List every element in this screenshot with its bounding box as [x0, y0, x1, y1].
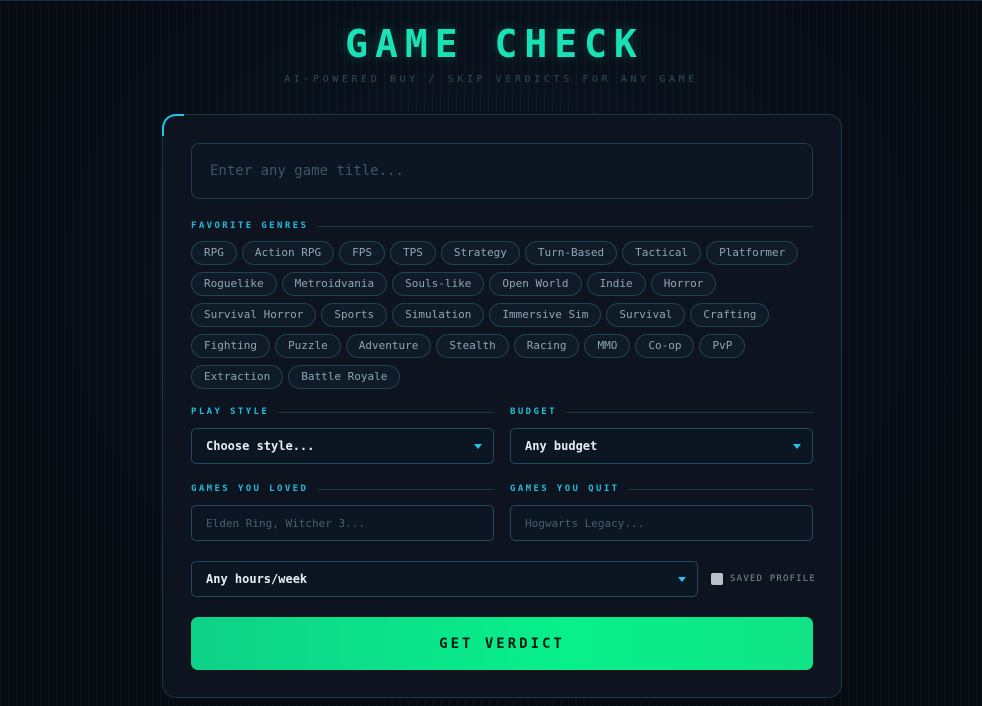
hours-select[interactable]: Any hours/week: [191, 561, 698, 597]
budget-select[interactable]: Any budget: [510, 428, 813, 464]
genres-label: FAVORITE GENRES: [191, 221, 309, 231]
genre-chip[interactable]: Adventure: [345, 334, 432, 358]
genre-chip[interactable]: Platformer: [706, 241, 799, 265]
game-title-input[interactable]: [191, 143, 813, 199]
genre-chip[interactable]: Immersive Sim: [489, 303, 602, 327]
hours-value: Any hours/week: [206, 572, 308, 586]
genre-chip[interactable]: Crafting: [690, 303, 770, 327]
genre-chip[interactable]: FPS: [339, 241, 385, 265]
genre-chip-row: Extraction Battle Royale: [191, 365, 813, 389]
games-loved-input[interactable]: [191, 505, 494, 541]
genre-chip-row: RPG Action RPG FPS TPS Strategy Turn-Based Tac…: [191, 241, 813, 265]
genre-chip[interactable]: Sports: [321, 303, 388, 327]
saved-profile-label: SAVED PROFILE: [730, 574, 817, 584]
genre-chip[interactable]: Strategy: [440, 241, 520, 265]
genre-chip[interactable]: Simulation: [392, 303, 485, 327]
saved-profile-toggle[interactable]: SAVED PROFILE: [711, 573, 816, 585]
games-loved-divider: [318, 488, 494, 490]
genre-chip[interactable]: Tactical: [622, 241, 702, 265]
genre-chip[interactable]: Action RPG: [241, 241, 335, 265]
form-card: FAVORITE GENRES RPGAction RPGFPSTPSStrat…: [162, 114, 842, 698]
genres-section-label: FAVORITE GENRES: [191, 221, 813, 231]
budget-section-label: BUDGET: [510, 407, 813, 417]
genre-chip[interactable]: Battle Royale: [288, 365, 401, 389]
play-style-divider: [279, 411, 494, 413]
genres-divider: [318, 225, 813, 227]
saved-profile-checkbox[interactable]: [711, 573, 723, 585]
genre-chip[interactable]: TPS: [389, 241, 436, 265]
genre-chip[interactable]: Puzzle: [274, 334, 341, 358]
play-style-label: PLAY STYLE: [191, 407, 270, 417]
games-quit-section-label: GAMES YOU QUIT: [510, 484, 813, 494]
play-style-value: Choose style...: [206, 439, 315, 453]
games-loved-label: GAMES YOU LOVED: [191, 484, 309, 494]
genre-chip-row: Fighting Puzzle Adventure Stealth Racing MMO C…: [191, 334, 813, 358]
games-quit-divider: [629, 488, 813, 490]
page-subtitle: AI-POWERED BUY / SKIP VERDICTS FOR ANY G…: [284, 74, 698, 85]
top-border: [0, 0, 982, 1]
genre-chip[interactable]: Metroidvania: [281, 272, 388, 296]
genre-chip-list: RPG Action RPG FPS TPS Strategy Turn-Based Tac…: [191, 241, 813, 396]
card-corner-accent: [162, 114, 184, 136]
games-quit-label: GAMES YOU QUIT: [510, 484, 620, 494]
genre-chip[interactable]: Souls-like: [392, 272, 485, 296]
genre-chip[interactable]: Stealth: [436, 334, 509, 358]
chevron-down-icon: [793, 444, 801, 449]
genre-chip[interactable]: Indie: [586, 272, 646, 296]
chevron-down-icon: [474, 444, 482, 449]
genre-chip[interactable]: Survival Horror: [191, 303, 317, 327]
page-title: GAME CHECK: [345, 22, 644, 66]
genre-chip[interactable]: PvP: [699, 334, 746, 358]
genre-chip[interactable]: Extraction: [191, 365, 284, 389]
genre-chip[interactable]: Open World: [489, 272, 582, 296]
page-header: GAME CHECK AI-POWERED BUY / SKIP VERDICT…: [0, 22, 982, 85]
genre-chip-row: Roguelike Metroidvania Souls-like Open Worl…: [191, 272, 813, 296]
games-loved-section-label: GAMES YOU LOVED: [191, 484, 494, 494]
budget-label: BUDGET: [510, 407, 557, 417]
genre-chip[interactable]: Co-op: [635, 334, 695, 358]
budget-value: Any budget: [525, 439, 598, 453]
play-style-select[interactable]: Choose style...: [191, 428, 494, 464]
games-quit-input[interactable]: [510, 505, 813, 541]
get-verdict-button[interactable]: GET VERDICT: [191, 617, 813, 670]
genre-chip[interactable]: Horror: [650, 272, 717, 296]
chevron-down-icon: [678, 577, 686, 582]
genre-chip[interactable]: RPG: [191, 241, 237, 265]
genre-chip[interactable]: Roguelike: [191, 272, 277, 296]
genre-chip[interactable]: Fighting: [191, 334, 270, 358]
genre-chip[interactable]: MMO: [584, 334, 631, 358]
genre-chip[interactable]: Survival: [606, 303, 686, 327]
genre-chip-row: Survival Horror Sports Simulation Immersive…: [191, 303, 813, 327]
play-style-section-label: PLAY STYLE: [191, 407, 494, 417]
genre-chip[interactable]: Turn-Based: [524, 241, 618, 265]
genre-chip[interactable]: Racing: [513, 334, 580, 358]
budget-divider: [566, 411, 813, 413]
